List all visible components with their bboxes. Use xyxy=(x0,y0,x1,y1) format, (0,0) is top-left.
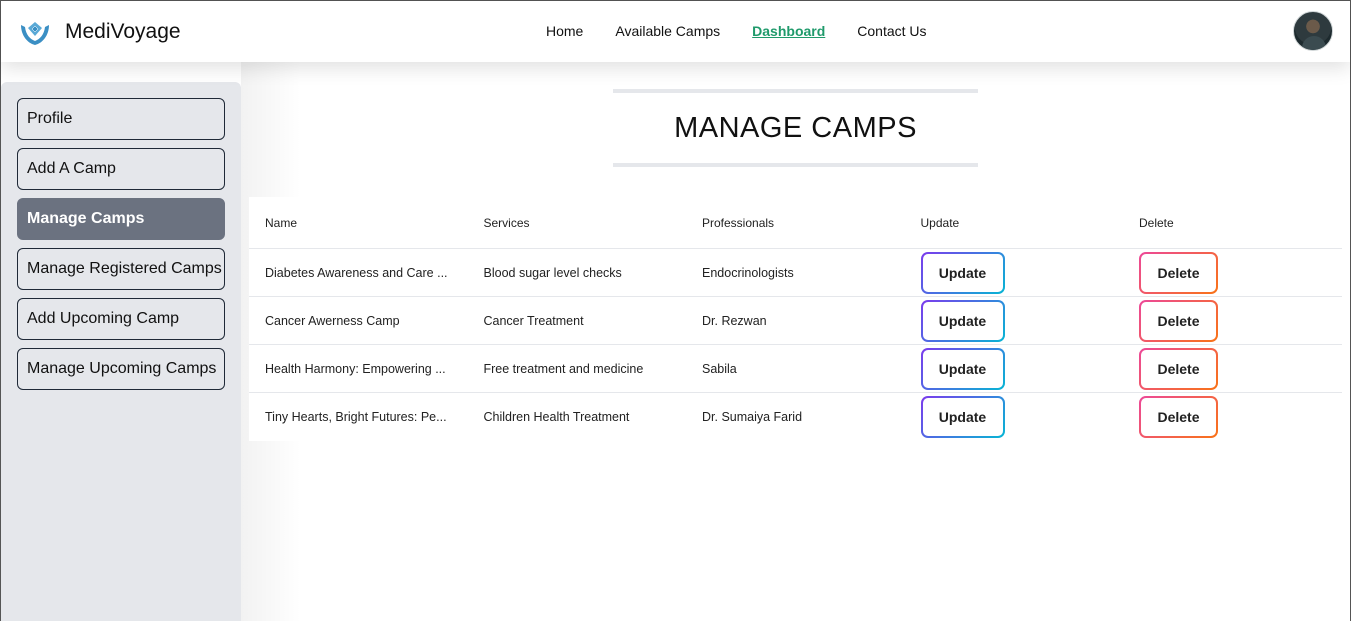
cell-delete: Delete xyxy=(1123,348,1342,390)
page-title-block: MANAGE CAMPS xyxy=(613,89,978,167)
sidebar-item-profile[interactable]: Profile xyxy=(17,98,225,140)
cell-delete: Delete xyxy=(1123,396,1342,438)
cell-services: Children Health Treatment xyxy=(483,410,630,424)
cell-name: Cancer Awerness Camp xyxy=(265,313,400,328)
nav-link-dashboard[interactable]: Dashboard xyxy=(752,23,825,39)
hands-heart-icon xyxy=(21,22,49,45)
header-name: Name xyxy=(265,215,298,230)
nav-link-available-camps[interactable]: Available Camps xyxy=(615,23,720,39)
nav-link-contact-us[interactable]: Contact Us xyxy=(857,23,926,39)
cell-update: Update xyxy=(905,300,1124,342)
cell-professionals: Endocrinologists xyxy=(702,265,794,280)
cell-services: Free treatment and medicine xyxy=(483,361,644,376)
camps-table: Name Services Professionals Update Delet… xyxy=(249,197,1342,441)
user-avatar[interactable] xyxy=(1293,11,1333,51)
top-navbar: MediVoyage Home Available Camps Dashboar… xyxy=(1,1,1350,62)
sidebar-item-add-a-camp[interactable]: Add A Camp xyxy=(17,148,225,190)
delete-button[interactable]: Delete xyxy=(1139,252,1218,294)
brand[interactable]: MediVoyage xyxy=(19,17,181,47)
cell-name: Tiny Hearts, Bright Futures: Pe... xyxy=(265,410,447,424)
brand-name: MediVoyage xyxy=(65,20,181,43)
page-title: MANAGE CAMPS xyxy=(674,111,917,144)
sidebar-item-manage-upcoming-camps[interactable]: Manage Upcoming Camps xyxy=(17,348,225,390)
sidebar-item-add-upcoming-camp[interactable]: Add Upcoming Camp xyxy=(17,298,225,340)
cell-update: Update xyxy=(905,252,1124,294)
table-row: Health Harmony: Empowering ... Free trea… xyxy=(249,345,1342,393)
table-row: Tiny Hearts, Bright Futures: Pe... Child… xyxy=(249,393,1342,441)
cell-services: Cancer Treatment xyxy=(483,313,584,328)
cell-professionals: Dr. Rezwan xyxy=(702,313,767,328)
cell-update: Update xyxy=(905,396,1124,438)
nav-link-home[interactable]: Home xyxy=(546,23,583,39)
cell-update: Update xyxy=(905,348,1124,390)
delete-button[interactable]: Delete xyxy=(1139,348,1218,390)
table-header: Name Services Professionals Update Delet… xyxy=(249,197,1342,249)
dashboard-sidebar: Profile Add A Camp Manage Camps Manage R… xyxy=(1,82,241,621)
header-services: Services xyxy=(483,215,530,230)
header-update: Update xyxy=(920,215,960,230)
cell-delete: Delete xyxy=(1123,252,1342,294)
header-professionals: Professionals xyxy=(702,215,775,230)
table-row: Cancer Awerness Camp Cancer Treatment Dr… xyxy=(249,297,1342,345)
sidebar-item-manage-camps[interactable]: Manage Camps xyxy=(17,198,225,240)
cell-name: Health Harmony: Empowering ... xyxy=(265,361,446,376)
update-button[interactable]: Update xyxy=(921,252,1005,294)
cell-professionals: Sabila xyxy=(702,361,737,376)
update-button[interactable]: Update xyxy=(921,396,1005,438)
update-button[interactable]: Update xyxy=(921,348,1005,390)
delete-button[interactable]: Delete xyxy=(1139,396,1218,438)
cell-delete: Delete xyxy=(1123,300,1342,342)
update-button[interactable]: Update xyxy=(921,300,1005,342)
cell-name: Diabetes Awareness and Care ... xyxy=(265,265,448,280)
cell-services: Blood sugar level checks xyxy=(483,265,622,280)
sidebar-item-manage-registered-camps[interactable]: Manage Registered Camps xyxy=(17,248,225,290)
cell-professionals: Dr. Sumaiya Farid xyxy=(702,410,803,424)
delete-button[interactable]: Delete xyxy=(1139,300,1218,342)
header-delete: Delete xyxy=(1139,215,1174,230)
nav-links: Home Available Camps Dashboard Contact U… xyxy=(546,23,959,39)
table-row: Diabetes Awareness and Care ... Blood su… xyxy=(249,249,1342,297)
